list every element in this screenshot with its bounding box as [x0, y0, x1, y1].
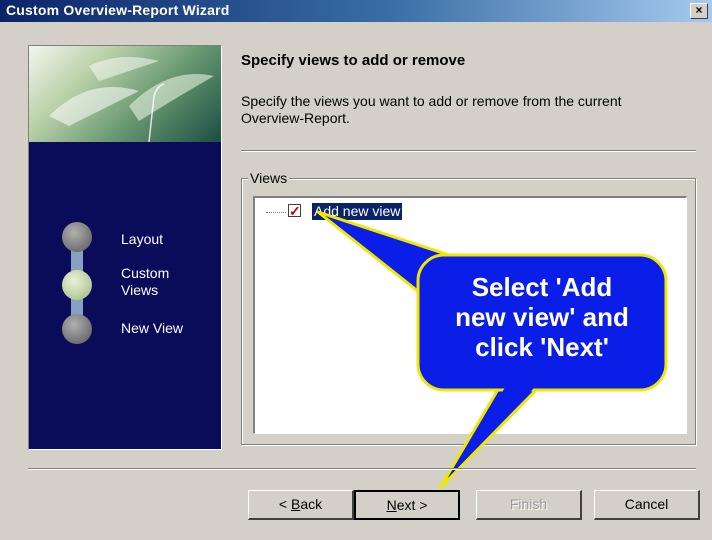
- cancel-button[interactable]: Cancel: [594, 490, 700, 520]
- instruction-callout: [316, 210, 668, 490]
- callout-pointer-bottom: [438, 384, 542, 490]
- finish-button[interactable]: Finish: [476, 490, 582, 520]
- callout-text: Select 'Add new view' and click 'Next': [455, 272, 629, 362]
- next-button[interactable]: Next >: [354, 490, 460, 520]
- back-button[interactable]: < Back: [248, 490, 354, 520]
- footer-divider: [28, 468, 696, 470]
